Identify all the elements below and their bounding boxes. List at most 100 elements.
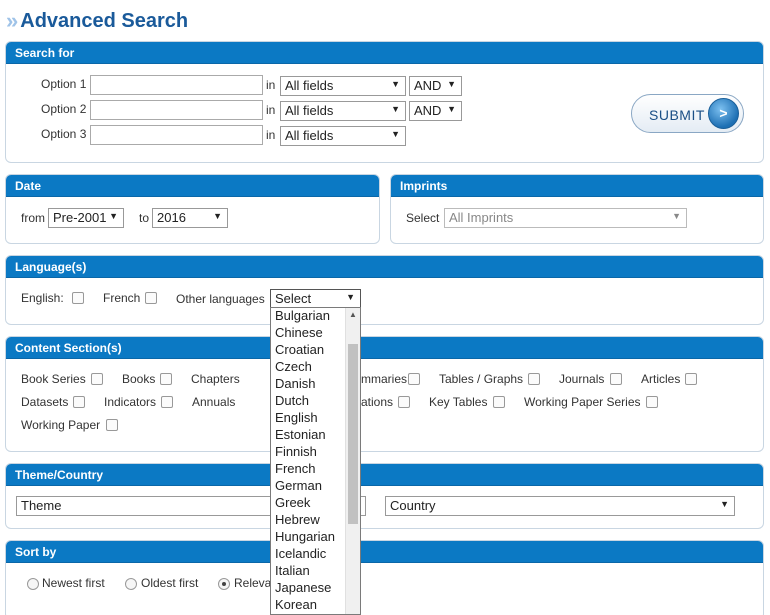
scrollbar-thumb[interactable] bbox=[348, 344, 358, 524]
date-from-label: from bbox=[21, 211, 45, 225]
key-tables-checkbox[interactable] bbox=[493, 396, 505, 408]
chevron-down-icon: ▼ bbox=[447, 79, 456, 89]
other-languages-value: Select bbox=[275, 291, 312, 306]
option2-field-value: All fields bbox=[285, 103, 334, 118]
page-header: » Advanced Search bbox=[6, 8, 188, 34]
date-heading: Date bbox=[6, 175, 379, 197]
working-paper-series-label: Working Paper Series bbox=[524, 395, 641, 409]
country-value: Country bbox=[390, 498, 436, 513]
arrow-right-icon: > bbox=[708, 98, 739, 129]
working-paper-series-checkbox[interactable] bbox=[646, 396, 658, 408]
option2-operator-value: AND bbox=[414, 103, 442, 118]
option2-in-label: in bbox=[266, 103, 276, 117]
content-sections-heading: Content Section(s) bbox=[6, 337, 763, 359]
english-checkbox[interactable] bbox=[72, 292, 84, 304]
imprints-select[interactable]: All Imprints ▼ bbox=[444, 208, 687, 228]
option1-label: Option 1 bbox=[41, 77, 87, 91]
other-languages-label: Other languages bbox=[176, 292, 265, 306]
option3-field-value: All fields bbox=[285, 128, 334, 143]
chevron-down-icon: ▼ bbox=[391, 104, 400, 114]
date-to-value: 2016 bbox=[157, 210, 186, 225]
sort-by-panel: Sort by bbox=[5, 540, 764, 615]
journals-label: Journals bbox=[559, 372, 605, 386]
search-for-heading: Search for bbox=[6, 42, 763, 64]
country-select[interactable]: Country ▼ bbox=[385, 496, 735, 516]
datasets-label: Datasets bbox=[21, 395, 69, 409]
french-label: French bbox=[103, 291, 141, 305]
journals-checkbox[interactable] bbox=[610, 373, 622, 385]
date-from-value: Pre-2001 bbox=[53, 210, 107, 225]
book-series-label: Book Series bbox=[21, 372, 86, 386]
option1-operator-select[interactable]: AND ▼ bbox=[409, 76, 462, 96]
imprints-heading: Imprints bbox=[391, 175, 763, 197]
chapters-label: Chapters bbox=[191, 372, 240, 386]
option1-field-select[interactable]: All fields ▼ bbox=[280, 76, 406, 96]
sort-by-heading: Sort by bbox=[6, 541, 763, 563]
english-label: English: bbox=[21, 291, 64, 305]
date-to-label: to bbox=[139, 211, 150, 225]
tables-graphs-checkbox[interactable] bbox=[528, 373, 540, 385]
scroll-up-icon[interactable]: ▲ bbox=[349, 310, 357, 319]
indicators-label: Indicators bbox=[104, 395, 157, 409]
option2-input[interactable] bbox=[90, 100, 263, 120]
option3-label: Option 3 bbox=[41, 127, 87, 141]
annuals-label: Annuals bbox=[192, 395, 236, 409]
other-languages-select[interactable]: Select ▼ bbox=[270, 289, 361, 309]
chevron-down-icon: ▼ bbox=[447, 104, 456, 114]
newest-first-label: Newest first bbox=[42, 576, 105, 590]
imprints-select-label: Select bbox=[406, 211, 440, 225]
imprints-value: All Imprints bbox=[449, 210, 514, 225]
relevance-radio[interactable] bbox=[218, 578, 230, 590]
date-from-select[interactable]: Pre-2001 ▼ bbox=[48, 208, 124, 228]
option1-in-label: in bbox=[266, 78, 276, 92]
page-title: Advanced Search bbox=[20, 9, 189, 32]
summaries-label: mmaries bbox=[361, 372, 408, 386]
option3-input[interactable] bbox=[90, 125, 263, 145]
submit-button[interactable]: SUBMIT > bbox=[631, 94, 744, 133]
publications-checkbox[interactable] bbox=[398, 396, 410, 408]
datasets-checkbox[interactable] bbox=[73, 396, 85, 408]
submit-label: SUBMIT bbox=[649, 107, 705, 123]
chevron-down-icon: ▼ bbox=[109, 211, 118, 221]
option1-operator-value: AND bbox=[414, 78, 442, 93]
articles-label: Articles bbox=[641, 372, 681, 386]
working-paper-label: Working Paper bbox=[21, 418, 101, 432]
french-checkbox[interactable] bbox=[145, 292, 157, 304]
newest-first-radio[interactable] bbox=[27, 578, 39, 590]
option3-field-select[interactable]: All fields ▼ bbox=[280, 126, 406, 146]
articles-checkbox[interactable] bbox=[685, 373, 697, 385]
languages-heading: Language(s) bbox=[6, 256, 763, 278]
option1-input[interactable] bbox=[90, 75, 263, 95]
chevron-down-icon: ▼ bbox=[346, 292, 355, 302]
option2-label: Option 2 bbox=[41, 102, 87, 116]
languages-panel: Language(s) bbox=[5, 255, 764, 325]
summaries-checkbox[interactable] bbox=[408, 373, 420, 385]
books-checkbox[interactable] bbox=[160, 373, 172, 385]
books-label: Books bbox=[122, 372, 156, 386]
theme-value: Theme bbox=[21, 498, 62, 513]
tables-graphs-label: Tables / Graphs bbox=[439, 372, 524, 386]
chevron-down-icon: ▼ bbox=[391, 129, 400, 139]
double-chevron-icon: » bbox=[6, 8, 19, 33]
chevron-down-icon: ▼ bbox=[391, 79, 400, 89]
option2-operator-select[interactable]: AND ▼ bbox=[409, 101, 462, 121]
option1-field-value: All fields bbox=[285, 78, 334, 93]
chevron-down-icon: ▼ bbox=[720, 499, 729, 509]
publications-label: ations bbox=[361, 395, 394, 409]
oldest-first-label: Oldest first bbox=[141, 576, 199, 590]
option3-in-label: in bbox=[266, 128, 276, 142]
oldest-first-radio[interactable] bbox=[125, 578, 137, 590]
theme-country-heading: Theme/Country bbox=[6, 464, 763, 486]
other-languages-dropdown[interactable]: Bulgarian Chinese Croatian Czech Danish Dutch… bbox=[270, 307, 361, 615]
option2-field-select[interactable]: All fields ▼ bbox=[280, 101, 406, 121]
relevance-label: Releva bbox=[234, 576, 272, 590]
date-to-select[interactable]: 2016 ▼ bbox=[152, 208, 228, 228]
content-sections-panel: Content Section(s) bbox=[5, 336, 764, 452]
indicators-checkbox[interactable] bbox=[161, 396, 173, 408]
key-tables-label: Key Tables bbox=[429, 395, 488, 409]
working-paper-checkbox[interactable] bbox=[106, 419, 118, 431]
book-series-checkbox[interactable] bbox=[91, 373, 103, 385]
chevron-down-icon: ▼ bbox=[213, 211, 222, 221]
chevron-down-icon: ▼ bbox=[672, 211, 681, 221]
dropdown-scrollbar[interactable]: ▲ bbox=[345, 308, 360, 614]
